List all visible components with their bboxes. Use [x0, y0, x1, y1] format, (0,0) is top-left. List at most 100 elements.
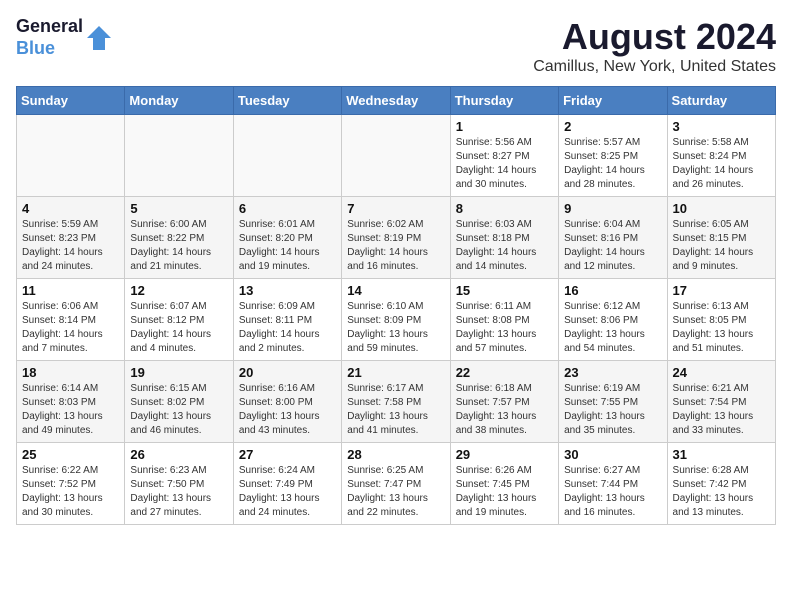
day-info: Sunrise: 6:00 AM Sunset: 8:22 PM Dayligh…: [130, 218, 227, 274]
day-info: Sunrise: 6:17 AM Sunset: 7:58 PM Dayligh…: [347, 382, 444, 438]
day-number: 12: [130, 283, 227, 298]
day-number: 24: [673, 365, 770, 380]
day-info: Sunrise: 6:05 AM Sunset: 8:15 PM Dayligh…: [673, 218, 770, 274]
day-number: 7: [347, 201, 444, 216]
day-info: Sunrise: 6:15 AM Sunset: 8:02 PM Dayligh…: [130, 382, 227, 438]
calendar-day: 7Sunrise: 6:02 AM Sunset: 8:19 PM Daylig…: [342, 197, 450, 279]
calendar-day: 24 Sunrise: 6:21 AM Sunset: 7:54 PM Dayli…: [667, 361, 775, 443]
calendar-day: 10 Sunrise: 6:05 AM Sunset: 8:15 PM Dayli…: [667, 197, 775, 279]
calendar-day: 31 Sunrise: 6:28 AM Sunset: 7:42 PM Dayli…: [667, 443, 775, 525]
calendar-day: [342, 115, 450, 197]
calendar-day: 3 Sunrise: 5:58 AM Sunset: 8:24 PM Daylig…: [667, 115, 775, 197]
calendar-week-row: 1 Sunrise: 5:56 AM Sunset: 8:27 PM Daylig…: [17, 115, 776, 197]
day-number: 28: [347, 447, 444, 462]
day-info: Sunrise: 6:24 AM Sunset: 7:49 PM Dayligh…: [239, 464, 336, 520]
day-info: Sunrise: 6:12 AM Sunset: 8:06 PM Dayligh…: [564, 300, 661, 356]
day-number: 20: [239, 365, 336, 380]
day-number: 15: [456, 283, 553, 298]
day-number: 8: [456, 201, 553, 216]
calendar-day: 13Sunrise: 6:09 AM Sunset: 8:11 PM Dayli…: [233, 279, 341, 361]
col-header-friday: Friday: [559, 87, 667, 115]
calendar-day: 4Sunrise: 5:59 AM Sunset: 8:23 PM Daylig…: [17, 197, 125, 279]
day-number: 25: [22, 447, 119, 462]
calendar-day: 1 Sunrise: 5:56 AM Sunset: 8:27 PM Daylig…: [450, 115, 558, 197]
day-number: 16: [564, 283, 661, 298]
day-number: 23: [564, 365, 661, 380]
calendar-day: 14Sunrise: 6:10 AM Sunset: 8:09 PM Dayli…: [342, 279, 450, 361]
calendar-week-row: 25 Sunrise: 6:22 AM Sunset: 7:52 PM Dayli…: [17, 443, 776, 525]
day-number: 29: [456, 447, 553, 462]
calendar-day: 18 Sunrise: 6:14 AM Sunset: 8:03 PM Dayli…: [17, 361, 125, 443]
day-number: 10: [673, 201, 770, 216]
day-number: 9: [564, 201, 661, 216]
day-info: Sunrise: 5:56 AM Sunset: 8:27 PM Dayligh…: [456, 136, 553, 192]
calendar-week-row: 18 Sunrise: 6:14 AM Sunset: 8:03 PM Dayli…: [17, 361, 776, 443]
month-year: August 2024: [533, 16, 776, 58]
col-header-tuesday: Tuesday: [233, 87, 341, 115]
day-info: Sunrise: 6:13 AM Sunset: 8:05 PM Dayligh…: [673, 300, 770, 356]
day-info: Sunrise: 6:16 AM Sunset: 8:00 PM Dayligh…: [239, 382, 336, 438]
calendar-week-row: 4Sunrise: 5:59 AM Sunset: 8:23 PM Daylig…: [17, 197, 776, 279]
day-number: 5: [130, 201, 227, 216]
calendar-day: [125, 115, 233, 197]
day-number: 3: [673, 119, 770, 134]
calendar-table: SundayMondayTuesdayWednesdayThursdayFrid…: [16, 86, 776, 525]
calendar-day: [233, 115, 341, 197]
day-number: 21: [347, 365, 444, 380]
day-info: Sunrise: 6:14 AM Sunset: 8:03 PM Dayligh…: [22, 382, 119, 438]
day-info: Sunrise: 6:26 AM Sunset: 7:45 PM Dayligh…: [456, 464, 553, 520]
calendar-day: [17, 115, 125, 197]
calendar-day: 29 Sunrise: 6:26 AM Sunset: 7:45 PM Dayli…: [450, 443, 558, 525]
calendar-week-row: 11 Sunrise: 6:06 AM Sunset: 8:14 PM Dayli…: [17, 279, 776, 361]
logo-text: GeneralBlue: [16, 16, 83, 59]
page-header: GeneralBlue August 2024 Camillus, New Yo…: [16, 16, 776, 76]
calendar-day: 23Sunrise: 6:19 AM Sunset: 7:55 PM Dayli…: [559, 361, 667, 443]
calendar-header-row: SundayMondayTuesdayWednesdayThursdayFrid…: [17, 87, 776, 115]
calendar-day: 8 Sunrise: 6:03 AM Sunset: 8:18 PM Daylig…: [450, 197, 558, 279]
day-info: Sunrise: 5:57 AM Sunset: 8:25 PM Dayligh…: [564, 136, 661, 192]
calendar-day: 19 Sunrise: 6:15 AM Sunset: 8:02 PM Dayli…: [125, 361, 233, 443]
day-number: 22: [456, 365, 553, 380]
calendar-day: 28 Sunrise: 6:25 AM Sunset: 7:47 PM Dayli…: [342, 443, 450, 525]
calendar-day: 12 Sunrise: 6:07 AM Sunset: 8:12 PM Dayli…: [125, 279, 233, 361]
day-number: 14: [347, 283, 444, 298]
day-info: Sunrise: 6:11 AM Sunset: 8:08 PM Dayligh…: [456, 300, 553, 356]
day-number: 2: [564, 119, 661, 134]
day-info: Sunrise: 6:01 AM Sunset: 8:20 PM Dayligh…: [239, 218, 336, 274]
day-number: 31: [673, 447, 770, 462]
day-info: Sunrise: 6:22 AM Sunset: 7:52 PM Dayligh…: [22, 464, 119, 520]
day-number: 6: [239, 201, 336, 216]
day-info: Sunrise: 6:03 AM Sunset: 8:18 PM Dayligh…: [456, 218, 553, 274]
day-number: 18: [22, 365, 119, 380]
day-info: Sunrise: 6:21 AM Sunset: 7:54 PM Dayligh…: [673, 382, 770, 438]
calendar-day: 22 Sunrise: 6:18 AM Sunset: 7:57 PM Dayli…: [450, 361, 558, 443]
day-number: 30: [564, 447, 661, 462]
col-header-sunday: Sunday: [17, 87, 125, 115]
day-info: Sunrise: 6:18 AM Sunset: 7:57 PM Dayligh…: [456, 382, 553, 438]
day-info: Sunrise: 6:25 AM Sunset: 7:47 PM Dayligh…: [347, 464, 444, 520]
calendar-day: 2 Sunrise: 5:57 AM Sunset: 8:25 PM Daylig…: [559, 115, 667, 197]
calendar-day: 17Sunrise: 6:13 AM Sunset: 8:05 PM Dayli…: [667, 279, 775, 361]
col-header-monday: Monday: [125, 87, 233, 115]
calendar-day: 16 Sunrise: 6:12 AM Sunset: 8:06 PM Dayli…: [559, 279, 667, 361]
calendar-day: 5 Sunrise: 6:00 AM Sunset: 8:22 PM Daylig…: [125, 197, 233, 279]
calendar-day: 11 Sunrise: 6:06 AM Sunset: 8:14 PM Dayli…: [17, 279, 125, 361]
day-number: 26: [130, 447, 227, 462]
day-info: Sunrise: 6:06 AM Sunset: 8:14 PM Dayligh…: [22, 300, 119, 356]
title-area: August 2024 Camillus, New York, United S…: [533, 16, 776, 76]
day-number: 13: [239, 283, 336, 298]
day-number: 11: [22, 283, 119, 298]
day-info: Sunrise: 6:07 AM Sunset: 8:12 PM Dayligh…: [130, 300, 227, 356]
calendar-day: 25 Sunrise: 6:22 AM Sunset: 7:52 PM Dayli…: [17, 443, 125, 525]
col-header-wednesday: Wednesday: [342, 87, 450, 115]
day-info: Sunrise: 6:23 AM Sunset: 7:50 PM Dayligh…: [130, 464, 227, 520]
day-info: Sunrise: 6:28 AM Sunset: 7:42 PM Dayligh…: [673, 464, 770, 520]
calendar-day: 9 Sunrise: 6:04 AM Sunset: 8:16 PM Daylig…: [559, 197, 667, 279]
col-header-thursday: Thursday: [450, 87, 558, 115]
logo: GeneralBlue: [16, 16, 113, 59]
day-info: Sunrise: 5:58 AM Sunset: 8:24 PM Dayligh…: [673, 136, 770, 192]
logo-icon: [85, 24, 113, 52]
day-number: 1: [456, 119, 553, 134]
day-info: Sunrise: 6:04 AM Sunset: 8:16 PM Dayligh…: [564, 218, 661, 274]
day-number: 19: [130, 365, 227, 380]
